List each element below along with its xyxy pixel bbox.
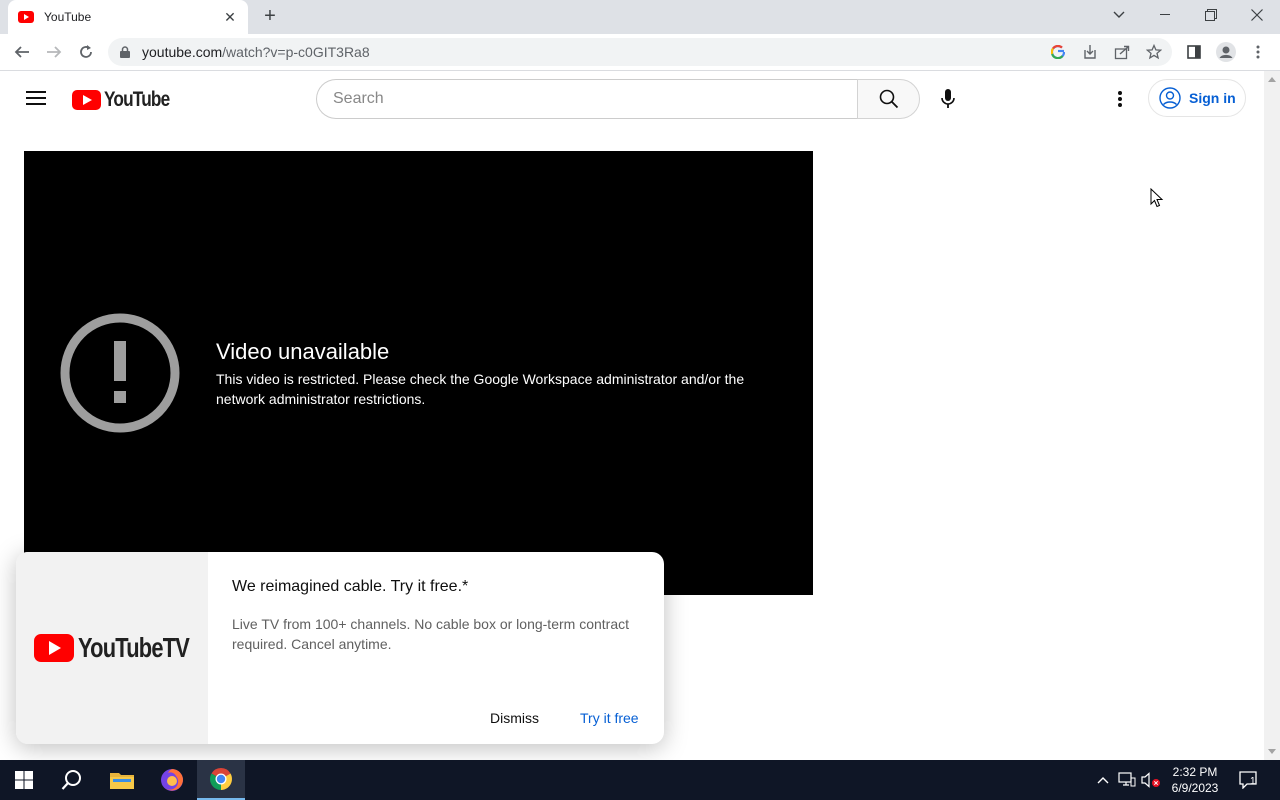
notification-count: 1	[1250, 776, 1256, 787]
youtube-tv-logo-text: YouTubeTV	[78, 632, 190, 663]
taskbar-search-icon	[61, 770, 81, 790]
browser-tab-strip: YouTube ✕ +	[0, 0, 1280, 34]
restore-button[interactable]	[1188, 0, 1234, 30]
windows-logo-icon	[15, 771, 33, 789]
share-icon[interactable]	[1110, 40, 1134, 64]
promo-body: Live TV from 100+ channels. No cable box…	[232, 616, 629, 652]
clock-date: 6/9/2023	[1171, 781, 1219, 795]
youtube-page: YouTube Search Sign in Video unavailable…	[0, 71, 1264, 760]
tab-title: YouTube	[44, 10, 92, 24]
warning-icon	[60, 313, 180, 433]
promo-image: YouTubeTV	[16, 552, 208, 744]
firefox-icon	[161, 769, 183, 791]
start-button[interactable]	[0, 760, 48, 800]
search-input[interactable]: Search	[316, 79, 857, 119]
volume-muted-icon[interactable]	[1140, 760, 1162, 800]
file-explorer-button[interactable]	[98, 760, 146, 800]
youtube-tv-logo: YouTubeTV	[34, 632, 190, 664]
scroll-down-arrow-icon[interactable]	[1268, 749, 1276, 754]
sign-in-label: Sign in	[1189, 90, 1236, 106]
firefox-button[interactable]	[148, 760, 196, 800]
reload-icon[interactable]	[74, 40, 98, 64]
bookmark-star-icon[interactable]	[1142, 40, 1166, 64]
address-bar[interactable]: youtube.com/watch?v=p-c0GIT3Ra8	[108, 38, 1172, 66]
chrome-taskbar-button[interactable]	[197, 760, 245, 800]
forward-icon[interactable]	[42, 40, 66, 64]
youtube-logo-text: YouTube	[104, 88, 170, 111]
account-icon	[1159, 87, 1181, 109]
taskbar-search-button[interactable]	[48, 760, 96, 800]
scroll-up-arrow-icon[interactable]	[1268, 77, 1276, 82]
lock-icon[interactable]	[120, 46, 130, 58]
try-it-free-button[interactable]: Try it free	[568, 708, 651, 728]
chrome-icon	[210, 768, 232, 790]
network-icon[interactable]	[1116, 760, 1138, 800]
notifications-button[interactable]: 1	[1236, 760, 1262, 800]
new-tab-button[interactable]: +	[258, 4, 282, 28]
folder-icon	[110, 773, 134, 789]
search-box: Search	[316, 79, 920, 119]
profile-avatar-icon[interactable]	[1214, 40, 1238, 64]
close-window-button[interactable]	[1234, 0, 1280, 30]
mouse-cursor-icon	[1150, 188, 1164, 208]
youtube-tv-promo-dialog: YouTubeTV We reimagined cable. Try it fr…	[16, 552, 664, 744]
tab-youtube[interactable]: YouTube ✕	[8, 0, 248, 34]
youtube-favicon-icon	[18, 11, 34, 23]
notification-center-icon	[1239, 771, 1257, 789]
voice-search-button[interactable]	[932, 83, 964, 115]
side-panel-icon[interactable]	[1182, 40, 1206, 64]
page-scrollbar[interactable]	[1264, 71, 1280, 760]
microphone-icon	[941, 89, 955, 108]
url-text: youtube.com/watch?v=p-c0GIT3Ra8	[142, 44, 370, 60]
sign-in-button[interactable]: Sign in	[1148, 79, 1246, 117]
tab-search-button[interactable]	[1096, 0, 1142, 30]
windows-taskbar: 2:32 PM 6/9/2023 1	[0, 760, 1280, 800]
video-player[interactable]: Video unavailable This video is restrict…	[24, 151, 813, 595]
browser-toolbar: youtube.com/watch?v=p-c0GIT3Ra8	[0, 34, 1280, 71]
dismiss-button[interactable]: Dismiss	[478, 708, 551, 728]
error-title: Video unavailable	[216, 339, 390, 364]
close-tab-icon[interactable]: ✕	[222, 9, 238, 26]
install-app-icon[interactable]	[1078, 40, 1102, 64]
system-clock[interactable]: 2:32 PM 6/9/2023	[1160, 764, 1230, 796]
youtube-tv-play-icon	[34, 634, 74, 662]
google-icon[interactable]	[1046, 40, 1070, 64]
youtube-logo[interactable]: YouTube	[72, 88, 184, 112]
promo-headline: We reimagined cable. Try it free.*	[232, 578, 469, 595]
show-hidden-icons-button[interactable]	[1094, 760, 1112, 800]
error-message: This video is restricted. Please check t…	[216, 371, 745, 407]
clock-time: 2:32 PM	[1172, 765, 1218, 779]
settings-menu-icon[interactable]	[1108, 87, 1132, 111]
search-button[interactable]	[857, 79, 920, 119]
guide-menu-icon[interactable]	[24, 87, 48, 111]
chrome-menu-icon[interactable]	[1246, 40, 1270, 64]
minimize-button[interactable]	[1142, 0, 1188, 30]
back-icon[interactable]	[10, 40, 34, 64]
search-icon	[879, 89, 898, 109]
youtube-play-icon	[72, 90, 101, 110]
